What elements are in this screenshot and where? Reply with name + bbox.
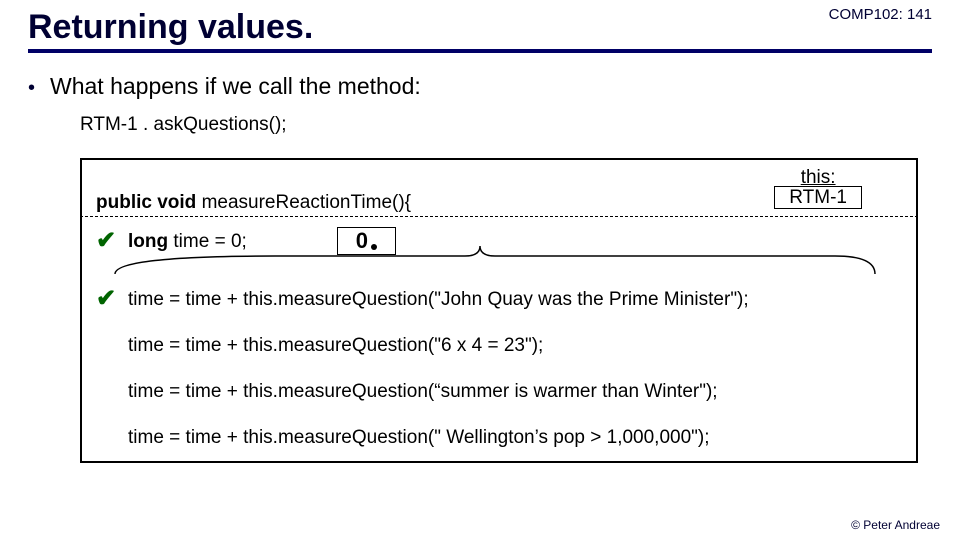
this-reference-block: this: RTM-1 — [774, 168, 862, 209]
slide-content: • What happens if we call the method: RT… — [0, 53, 960, 463]
checkmark-icon: ✔ — [96, 287, 118, 311]
decl-rest: time = 0; — [173, 231, 246, 252]
statement-text: time = time + this.measureQuestion(“summ… — [128, 382, 718, 401]
dot-icon — [371, 244, 377, 250]
keyword-long: long — [128, 231, 168, 252]
method-call-line: RTM-1 . askQuestions(); — [80, 114, 932, 136]
method-declaration: public void measureReactionTime(){ — [96, 193, 411, 212]
dashed-separator — [80, 216, 918, 217]
method-signature-row: public void measureReactionTime(){ this:… — [96, 170, 902, 216]
method-name: measureReactionTime(){ — [202, 192, 411, 213]
bullet-item: • What happens if we call the method: — [28, 73, 932, 100]
bullet-dot-icon: • — [28, 77, 50, 100]
this-value-box: RTM-1 — [774, 186, 862, 209]
statement-3: ✔ time = time + this.measureQuestion(“su… — [96, 379, 902, 403]
page-title: Returning values. — [28, 8, 932, 47]
checkmark-icon: ✔ — [96, 229, 118, 253]
statement-4: ✔ time = time + this.measureQuestion(" W… — [96, 425, 902, 449]
statement-text: time = time + this.measureQuestion("John… — [128, 290, 749, 309]
statement-text: time = time + this.measureQuestion("6 x … — [128, 336, 543, 355]
variable-declaration-line: ✔ long time = 0; 0 — [96, 221, 902, 261]
value-box: 0 — [337, 227, 396, 255]
copyright-footer: © Peter Andreae — [851, 518, 940, 532]
keyword-void: void — [157, 192, 196, 213]
code-box: public void measureReactionTime(){ this:… — [80, 158, 918, 463]
bullet-text: What happens if we call the method: — [50, 73, 421, 100]
keyword-public: public — [96, 192, 152, 213]
slide-header: Returning values. COMP102: 141 — [0, 0, 960, 53]
value-text: 0 — [356, 230, 368, 252]
statement-2: ✔ time = time + this.measureQuestion("6 … — [96, 333, 902, 357]
course-code-badge: COMP102: 141 — [829, 6, 932, 23]
title-underline — [28, 49, 932, 53]
this-label: this: — [774, 168, 862, 187]
statement-1: ✔ time = time + this.measureQuestion("Jo… — [96, 287, 902, 311]
long-declaration: long time = 0; — [128, 232, 247, 251]
statement-text: time = time + this.measureQuestion(" Wel… — [128, 428, 710, 447]
code-container: public void measureReactionTime(){ this:… — [80, 158, 918, 463]
